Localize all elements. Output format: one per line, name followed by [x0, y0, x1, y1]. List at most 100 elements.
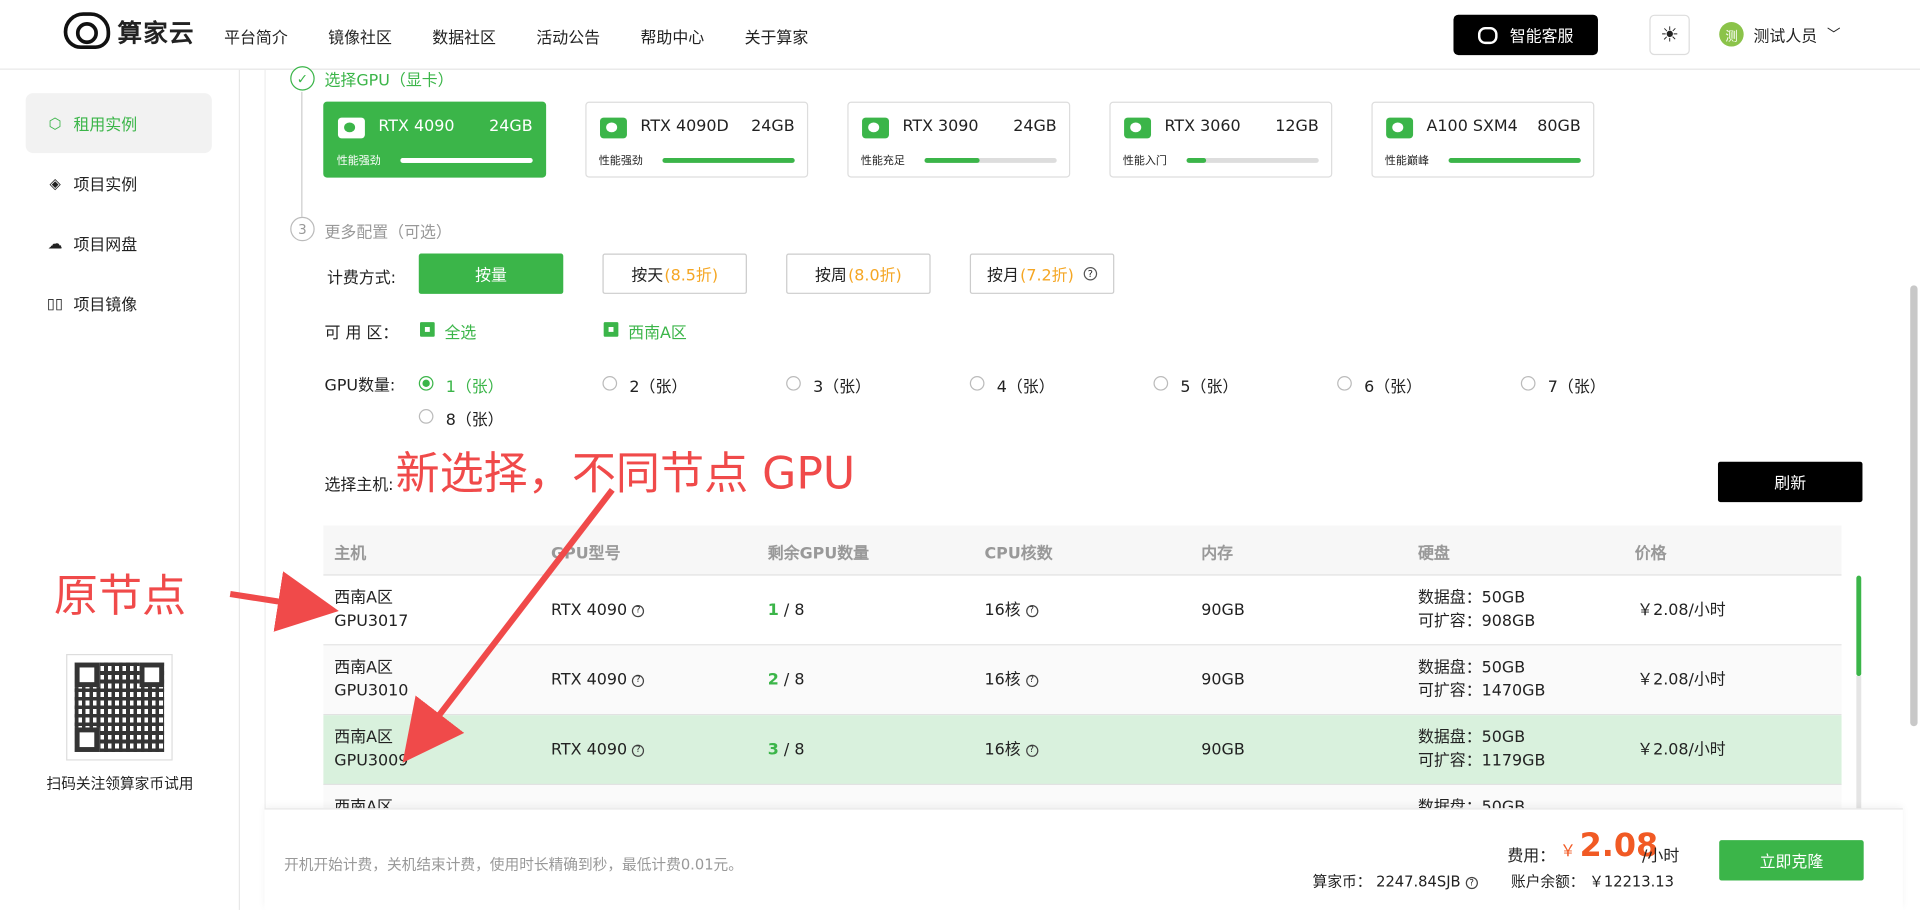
fee-label: 费用： — [1507, 847, 1556, 866]
free-gpu-cell: 3 / 8 — [767, 740, 805, 760]
help-icon[interactable]: ? — [1025, 674, 1038, 687]
page-scrollbar[interactable] — [1910, 285, 1918, 727]
zone-label: 可 用 区： — [324, 324, 399, 343]
gpu-perf-bar — [662, 157, 795, 163]
user-menu[interactable]: 测 测试人员 ﹀ — [1719, 22, 1841, 47]
gpu-count-radio-7[interactable] — [1520, 375, 1536, 391]
gpu-count-option[interactable]: 6（张） — [1364, 374, 1422, 396]
help-icon[interactable]: ? — [632, 674, 645, 687]
gpu-perf: 性能强劲 — [598, 155, 643, 168]
table-scrollbar-thumb[interactable] — [1856, 575, 1862, 677]
zone-region-checkbox[interactable] — [603, 322, 619, 337]
gpu-card-rtx3060[interactable]: RTX 3060 12GB 性能入门 — [1109, 101, 1333, 178]
gpu-card-rtx3090[interactable]: RTX 3090 24GB 性能充足 — [847, 101, 1071, 178]
gpu-card-rtx4090[interactable]: RTX 4090 24GB 性能强劲 — [323, 101, 547, 178]
billing-discount: (8.0折) — [848, 266, 902, 286]
gpu-count-radio-5[interactable] — [1153, 375, 1169, 391]
gpu-name: RTX 4090 — [378, 117, 455, 136]
gpu-perf-bar — [1448, 157, 1581, 163]
zone-select-all-checkbox[interactable] — [420, 322, 435, 337]
help-icon[interactable]: ? — [632, 604, 645, 617]
chevron-down-icon: ﹀ — [1826, 26, 1841, 43]
user-name: 测试人员 — [1753, 27, 1818, 46]
help-icon[interactable]: ? — [1083, 266, 1098, 281]
page-root: 算家云 平台简介 镜像社区 数据社区 活动公告 帮助中心 关于算家 智能客服 ☀… — [0, 0, 1920, 910]
layers-icon: ◈ — [49, 174, 61, 192]
help-icon[interactable]: ? — [1025, 744, 1038, 757]
sidebar-item-project-mirror[interactable]: ▯▯ 项目镜像 — [26, 273, 212, 333]
gpu-count-option[interactable]: 1（张） — [446, 374, 504, 396]
account-balance: 账户余额： ￥12213.13 — [1511, 873, 1674, 891]
gpu-count-option[interactable]: 3（张） — [813, 374, 871, 396]
nav-help[interactable]: 帮助中心 — [640, 24, 704, 47]
gpu-mem: 80GB — [1537, 117, 1581, 136]
gpu-count-radio-3[interactable] — [786, 375, 801, 391]
column-header: 价格 — [1634, 544, 1667, 564]
nav-about[interactable]: 关于算家 — [745, 24, 809, 47]
price-cell: ￥2.08/小时 — [1637, 740, 1726, 760]
price-cell: ￥2.08/小时 — [1637, 671, 1726, 690]
gpu-count-option[interactable]: 8（张） — [446, 407, 504, 429]
gpu-icon — [600, 117, 627, 139]
billing-by-month[interactable]: 按月 (7.2折)? — [969, 253, 1115, 294]
sidebar-item-rent-instance[interactable]: ⬡ 租用实例 — [25, 93, 212, 154]
theme-toggle[interactable]: ☀ — [1649, 14, 1690, 56]
zone-region-label[interactable]: 西南A区 — [628, 320, 687, 343]
billing-by-week[interactable]: 按周 (8.0折) — [786, 253, 931, 294]
gpu-count-radio-1[interactable] — [418, 375, 434, 391]
help-icon[interactable]: ? — [632, 744, 645, 757]
gpu-card-a100[interactable]: A100 SXM4 80GB 性能巅峰 — [1371, 101, 1595, 178]
disk-cell: 数据盘：50GB 可扩容：908GB — [1417, 589, 1536, 631]
logo[interactable]: 算家云 — [63, 12, 195, 49]
billing-text: 按天 — [631, 266, 664, 286]
gpu-count-radio-4[interactable] — [969, 375, 985, 391]
gpu-count-radio-6[interactable] — [1337, 375, 1352, 391]
column-header: CPU核数 — [984, 544, 1053, 564]
host-table: 主机 GPU型号 剩余GPU数量 CPU核数 内存 硬盘 价格 西南A区 GPU3… — [323, 525, 1842, 809]
sidebar-item-label: 项目实例 — [73, 176, 138, 195]
sidebar-item-project-disk[interactable]: ☁ 项目网盘 — [26, 213, 212, 273]
gpu-mem: 24GB — [1013, 117, 1057, 136]
free-gpu-cell: 1 / 8 — [767, 601, 805, 620]
gpu-model-cell: RTX 4090? — [551, 738, 645, 761]
zone-select-all-label[interactable]: 全选 — [444, 320, 476, 343]
step-connector — [301, 91, 303, 217]
gpu-model-cell: RTX 4090? — [551, 599, 645, 622]
column-header: 硬盘 — [1417, 544, 1450, 564]
gpu-mem: 24GB — [751, 117, 795, 136]
sidebar-item-label: 项目网盘 — [73, 236, 138, 255]
gpu-card-rtx4090d[interactable]: RTX 4090D 24GB 性能强劲 — [585, 101, 809, 178]
gpu-perf: 性能强劲 — [336, 155, 381, 168]
table-row[interactable]: 西南A区 GPU3017 RTX 4090? 1 / 8 16核? 90GB 数据… — [323, 575, 1842, 646]
memory-cell: 90GB — [1201, 740, 1245, 760]
fee-unit: /小时 — [1642, 847, 1680, 866]
table-row[interactable]: 西南A区 GPU3010 RTX 4090? 2 / 8 16核? 90GB 数据… — [323, 645, 1842, 716]
billing-by-day[interactable]: 按天 (8.5折) — [602, 253, 747, 294]
help-icon[interactable]: ? — [1465, 876, 1478, 889]
gpu-name: A100 SXM4 — [1426, 117, 1518, 136]
gpu-count-option[interactable]: 5（张） — [1180, 374, 1238, 396]
gpu-count-option[interactable]: 7（张） — [1548, 374, 1606, 396]
service-label: 智能客服 — [1509, 28, 1574, 47]
table-row[interactable]: 西南A区 数据盘：50GB — [323, 785, 1842, 809]
nav-announcements[interactable]: 活动公告 — [536, 24, 600, 47]
qr-caption: 扫码关注领算家币试用 — [46, 775, 194, 793]
nav-mirror-community[interactable]: 镜像社区 — [328, 24, 392, 47]
gpu-perf-bar — [400, 157, 533, 163]
refresh-button[interactable]: 刷新 — [1717, 461, 1863, 503]
gpu-count-radio-8[interactable] — [418, 409, 434, 424]
gpu-count-option[interactable]: 4（张） — [997, 374, 1055, 396]
sidebar-item-project-instance[interactable]: ◈ 项目实例 — [26, 153, 212, 213]
memory-cell: 90GB — [1201, 601, 1245, 620]
billing-text: 按周 — [815, 266, 847, 286]
annotation-new-choice: 新选择，不同节点 GPU — [395, 449, 856, 500]
nav-data-community[interactable]: 数据社区 — [432, 24, 496, 47]
service-button[interactable]: 智能客服 — [1453, 14, 1598, 56]
clone-now-button[interactable]: 立即克隆 — [1719, 840, 1864, 881]
gpu-count-option[interactable]: 2（张） — [629, 374, 687, 396]
billing-by-usage[interactable]: 按量 — [418, 253, 564, 294]
help-icon[interactable]: ? — [1025, 604, 1038, 617]
table-row-selected[interactable]: 西南A区 GPU3009 RTX 4090? 3 / 8 16核? 90GB 数据… — [323, 715, 1842, 786]
nav-intro[interactable]: 平台简介 — [224, 24, 288, 47]
gpu-count-radio-2[interactable] — [602, 375, 618, 391]
